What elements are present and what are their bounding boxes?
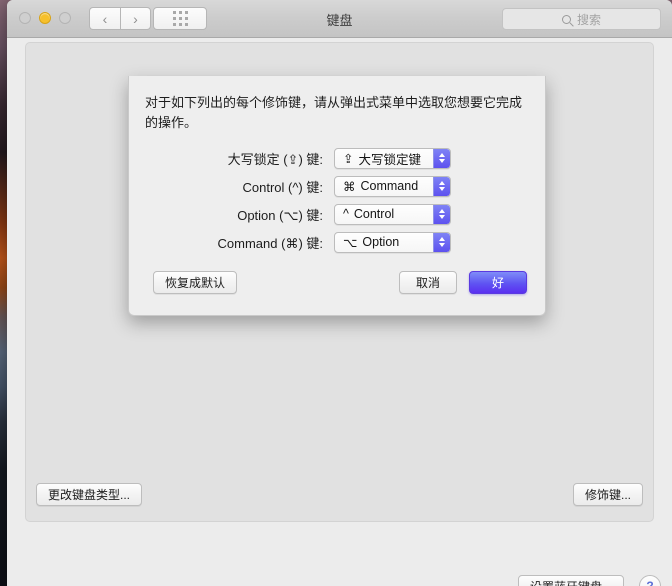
search-icon [561, 14, 571, 24]
row-caps-lock: 大写锁定 (⇪) 键: ⇪ 大写锁定键 [129, 144, 545, 172]
modifier-keys-button[interactable]: 修饰键... [572, 483, 643, 506]
row-command: Command (⌘) 键: ⌥ Option [129, 228, 545, 256]
chevron-updown-icon [433, 232, 450, 252]
chevron-updown-icon [433, 204, 450, 224]
chevron-updown-icon [433, 148, 450, 168]
setup-bluetooth-keyboard-button[interactable]: 设置蓝牙键盘... [517, 575, 624, 586]
dropdown-value: Control [353, 207, 395, 221]
row-label: Control (^) 键: [242, 179, 323, 195]
chevron-updown-icon [433, 176, 450, 196]
search-placeholder: 搜索 [576, 12, 601, 27]
row-control: Control (^) 键: ⌘ Command [129, 172, 545, 200]
caps-lock-symbol-icon: ⇪ [343, 151, 354, 166]
search-input[interactable]: 搜索 [502, 8, 661, 30]
dropdown-value: Command [360, 179, 419, 193]
change-keyboard-type-button[interactable]: 更改键盘类型... [36, 483, 143, 506]
system-preferences-window: ‹ › 键盘 搜索 更改键盘类型... 修饰键... 设置蓝牙键盘... ? 对… [7, 0, 672, 586]
sheet-description: 对于如下列出的每个修饰键，请从弹出式菜单中选取您想要它完成的操作。 [145, 95, 523, 130]
sheet-button-bar: 恢复成默认 取消 好 [129, 271, 545, 295]
control-dropdown[interactable]: ⌘ Command [334, 175, 451, 197]
command-dropdown[interactable]: ⌥ Option [334, 231, 451, 253]
cancel-button[interactable]: 取消 [399, 271, 457, 294]
row-option: Option (⌥) 键: ^ Control [129, 200, 545, 228]
restore-defaults-button[interactable]: 恢复成默认 [153, 271, 238, 294]
row-label: Option (⌥) 键: [237, 207, 323, 223]
window-titlebar: ‹ › 键盘 搜索 [7, 0, 672, 38]
caps-lock-dropdown[interactable]: ⇪ 大写锁定键 [334, 147, 451, 169]
option-symbol-icon: ⌥ [343, 235, 358, 250]
row-label: 大写锁定 (⇪) 键: [227, 151, 323, 167]
modifier-key-rows: 大写锁定 (⇪) 键: ⇪ 大写锁定键 Control (^) 键: ⌘ Com… [129, 144, 545, 256]
dropdown-value: 大写锁定键 [358, 152, 421, 167]
ok-button[interactable]: 好 [469, 271, 527, 294]
modifier-keys-sheet: 对于如下列出的每个修饰键，请从弹出式菜单中选取您想要它完成的操作。 大写锁定 (… [128, 76, 546, 316]
dropdown-value: Option [362, 235, 400, 249]
command-symbol-icon: ⌘ [343, 179, 356, 194]
option-dropdown[interactable]: ^ Control [334, 203, 451, 225]
control-symbol-icon: ^ [343, 207, 349, 221]
row-label: Command (⌘) 键: [217, 235, 323, 251]
window-body: 更改键盘类型... 修饰键... 设置蓝牙键盘... ? 对于如下列出的每个修饰… [7, 38, 672, 586]
help-button[interactable]: ? [639, 575, 661, 586]
